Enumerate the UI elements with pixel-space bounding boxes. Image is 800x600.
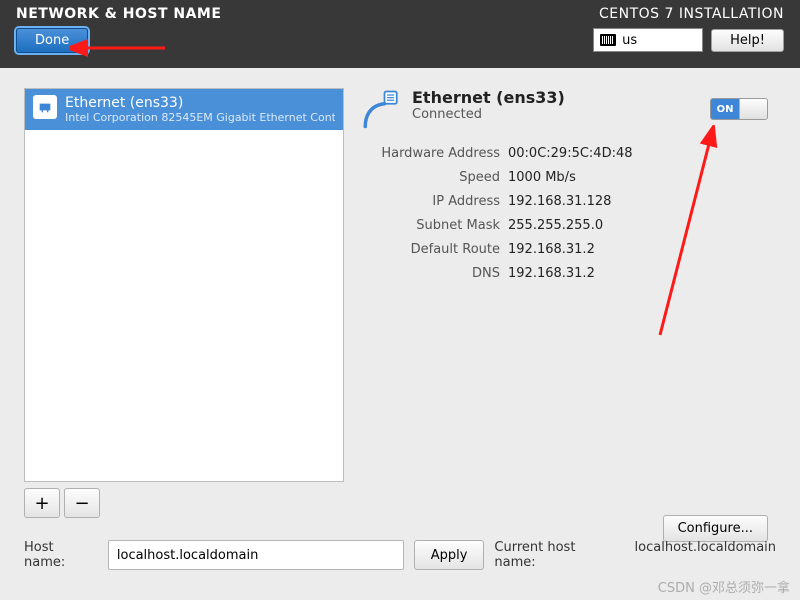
ethernet-icon [33,95,57,119]
top-right: CENTOS 7 INSTALLATION us Help! [593,6,784,68]
row-speed: Speed 1000 Mb/s [360,166,776,190]
hostname-input[interactable] [108,540,404,570]
interface-toggle[interactable]: ON [710,98,768,120]
main-area: Ethernet (ens33) Intel Corporation 82545… [0,68,800,518]
interface-item-name: Ethernet (ens33) [65,95,335,111]
interface-details: Hardware Address 00:0C:29:5C:4D:48 Speed… [360,142,776,286]
interface-status: Connected [412,107,565,122]
interface-list[interactable]: Ethernet (ens33) Intel Corporation 82545… [24,88,344,482]
page-title: NETWORK & HOST NAME [16,6,221,22]
hostname-label: Host name: [24,540,98,570]
help-button[interactable]: Help! [711,29,784,52]
interface-detail-column: Ethernet (ens33) Connected ON Hardware A… [360,88,776,518]
row-hardware-address: Hardware Address 00:0C:29:5C:4D:48 [360,142,776,166]
apply-button[interactable]: Apply [414,540,485,570]
done-button[interactable]: Done [16,28,88,53]
interface-item-ens33[interactable]: Ethernet (ens33) Intel Corporation 82545… [25,89,343,130]
list-empty-area [25,130,343,481]
row-dns: DNS 192.168.31.2 [360,262,776,286]
watermark: CSDN @邓总须弥一拿 [658,577,790,596]
add-interface-button[interactable]: + [24,488,60,518]
interface-title: Ethernet (ens33) [412,88,565,107]
interface-item-subtitle: Intel Corporation 82545EM Gigabit Ethern… [65,111,335,124]
keyboard-indicator[interactable]: us [593,28,703,52]
row-default-route: Default Route 192.168.31.2 [360,238,776,262]
top-bar: NETWORK & HOST NAME Done CENTOS 7 INSTAL… [0,0,800,68]
keyboard-icon [600,34,616,46]
current-hostname-label: Current host name: [494,540,616,570]
toggle-on-label: ON [711,99,739,119]
toggle-knob [739,99,767,119]
row-ip-address: IP Address 192.168.31.128 [360,190,776,214]
configure-button[interactable]: Configure... [663,515,768,542]
remove-interface-button[interactable]: − [64,488,100,518]
top-left: NETWORK & HOST NAME Done [16,6,221,68]
row-subnet-mask: Subnet Mask 255.255.255.0 [360,214,776,238]
install-label: CENTOS 7 INSTALLATION [599,6,784,22]
keyboard-layout-text: us [622,33,637,48]
hostname-row: Host name: Apply Current host name: loca… [24,540,776,570]
current-hostname-value: localhost.localdomain [635,540,776,570]
ethernet-cable-icon [360,88,402,130]
interface-list-column: Ethernet (ens33) Intel Corporation 82545… [24,88,344,518]
